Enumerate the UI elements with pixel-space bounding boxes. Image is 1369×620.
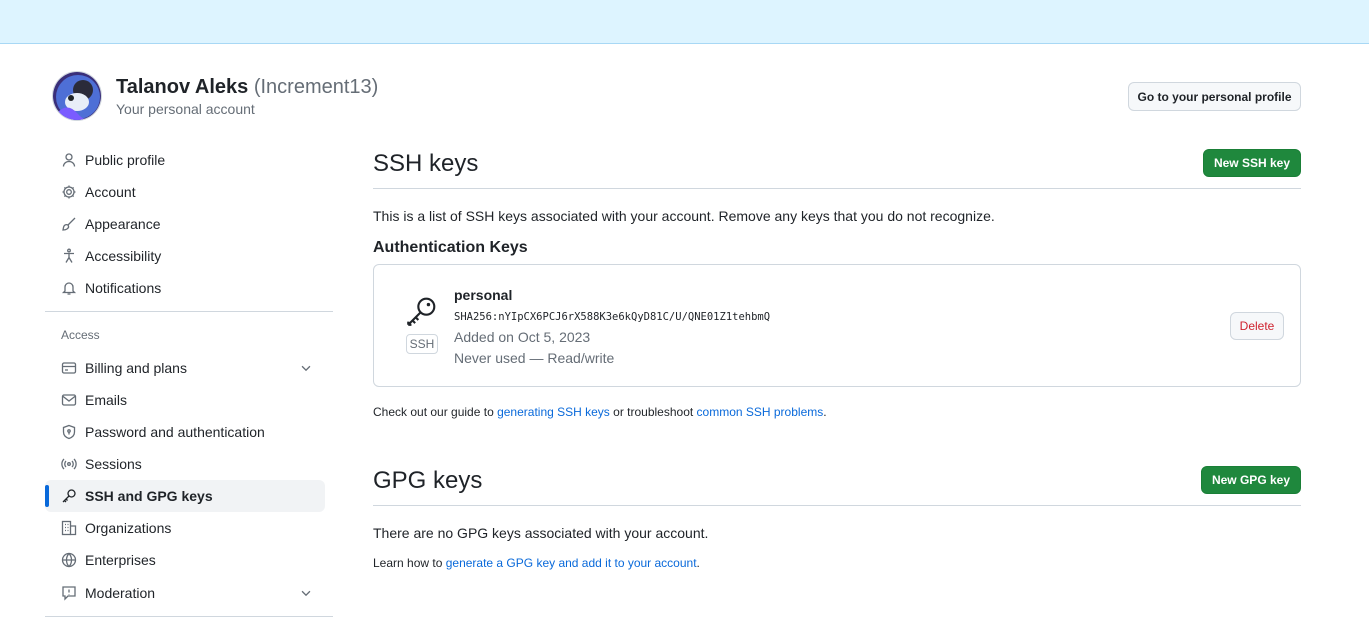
guide-suffix: . [823, 405, 827, 419]
key-added-date: Added on Oct 5, 2023 [454, 329, 591, 345]
delete-key-button[interactable]: Delete [1230, 312, 1284, 340]
sidebar-item-ssh-gpg-keys[interactable]: SSH and GPG keys [45, 480, 325, 512]
learn-suffix: . [696, 556, 700, 570]
sidebar-item-moderation[interactable]: Moderation [45, 577, 325, 609]
section-divider [373, 505, 1301, 506]
broadcast-icon [61, 456, 77, 472]
active-indicator [45, 485, 49, 507]
sidebar-divider [45, 311, 333, 312]
key-usage: Never used — Read/write [454, 350, 615, 366]
sidebar-item-label: Notifications [85, 280, 162, 296]
shield-lock-icon [61, 424, 77, 440]
chevron-down-icon[interactable] [299, 586, 313, 600]
gear-icon [61, 184, 77, 200]
account-subtitle: Your personal account [116, 101, 255, 117]
ssh-description: This is a list of SSH keys associated wi… [373, 208, 995, 224]
account-name: Talanov Aleks (Increment13) [116, 76, 378, 99]
sidebar-item-label: Public profile [85, 152, 166, 168]
ssh-badge: SSH [406, 334, 438, 354]
authentication-keys-heading: Authentication Keys [373, 239, 528, 256]
bell-icon [61, 280, 77, 296]
sidebar-item-enterprises[interactable]: Enterprises [45, 544, 325, 576]
section-divider [373, 188, 1301, 189]
sidebar-item-label: Sessions [85, 456, 142, 472]
notice-banner [0, 0, 1369, 44]
sidebar-item-billing[interactable]: Billing and plans [45, 352, 325, 384]
sidebar-item-emails[interactable]: Emails [45, 384, 325, 416]
ssh-key-item [373, 264, 1301, 387]
sidebar-item-label: Enterprises [85, 552, 156, 568]
sidebar-item-label: Emails [85, 392, 128, 408]
go-to-profile-button[interactable]: Go to your personal profile [1128, 82, 1301, 111]
gpg-empty-text: There are no GPG keys associated with yo… [373, 525, 709, 541]
account-display-name: Talanov Aleks [116, 76, 249, 98]
ssh-keys-title: SSH keys [373, 150, 479, 177]
sidebar-item-label: Accessibility [85, 248, 162, 264]
key-icon [407, 297, 436, 326]
gpg-learn-text: Learn how to generate a GPG key and add … [373, 556, 700, 570]
sidebar-item-sessions[interactable]: Sessions [45, 448, 325, 480]
ssh-guide-text: Check out our guide to generating SSH ke… [373, 405, 827, 419]
sidebar-item-account[interactable]: Account [45, 176, 325, 208]
sidebar-heading-access: Access [61, 328, 100, 342]
credit-card-icon [61, 360, 77, 376]
chevron-down-icon[interactable] [299, 361, 313, 375]
sidebar-item-label: Billing and plans [85, 360, 187, 376]
account-login: (Increment13) [253, 76, 379, 98]
mail-icon [61, 392, 77, 408]
sidebar-item-label: Appearance [85, 216, 161, 232]
generate-gpg-key-link[interactable]: generate a GPG key and add it to your ac… [446, 556, 697, 570]
learn-prefix: Learn how to [373, 556, 446, 570]
generating-ssh-keys-link[interactable]: generating SSH keys [497, 405, 610, 419]
sidebar-item-public-profile[interactable]: Public profile [45, 144, 325, 176]
guide-prefix: Check out our guide to [373, 405, 498, 419]
sidebar-item-notifications[interactable]: Notifications [45, 272, 325, 304]
sidebar-item-label: SSH and GPG keys [85, 488, 213, 504]
key-title: personal [454, 287, 513, 303]
accessibility-icon [61, 248, 77, 264]
avatar [52, 71, 102, 121]
report-icon [61, 585, 77, 601]
sidebar-item-password[interactable]: Password and authentication [45, 416, 325, 448]
sidebar-divider [45, 616, 333, 617]
sidebar-item-accessibility[interactable]: Accessibility [45, 240, 325, 272]
guide-mid: or troubleshoot [609, 405, 697, 419]
sidebar-item-label: Account [85, 184, 136, 200]
sidebar-item-label: Organizations [85, 520, 172, 536]
globe-icon [61, 552, 77, 568]
paintbrush-icon [61, 216, 77, 232]
sidebar-item-organizations[interactable]: Organizations [45, 512, 325, 544]
key-icon [61, 488, 77, 504]
common-ssh-problems-link[interactable]: common SSH problems [697, 405, 824, 419]
sidebar-item-label: Moderation [85, 585, 156, 601]
sidebar-item-appearance[interactable]: Appearance [45, 208, 325, 240]
new-gpg-key-button[interactable]: New GPG key [1201, 466, 1301, 494]
gpg-keys-title: GPG keys [373, 467, 483, 494]
key-fingerprint: SHA256:nYIpCX6PCJ6rX588K3e6kQyD81C/U/QNE… [454, 311, 771, 323]
sidebar-item-label: Password and authentication [85, 424, 265, 440]
new-ssh-key-button[interactable]: New SSH key [1203, 149, 1301, 177]
person-icon [61, 152, 77, 168]
organization-icon [61, 520, 77, 536]
